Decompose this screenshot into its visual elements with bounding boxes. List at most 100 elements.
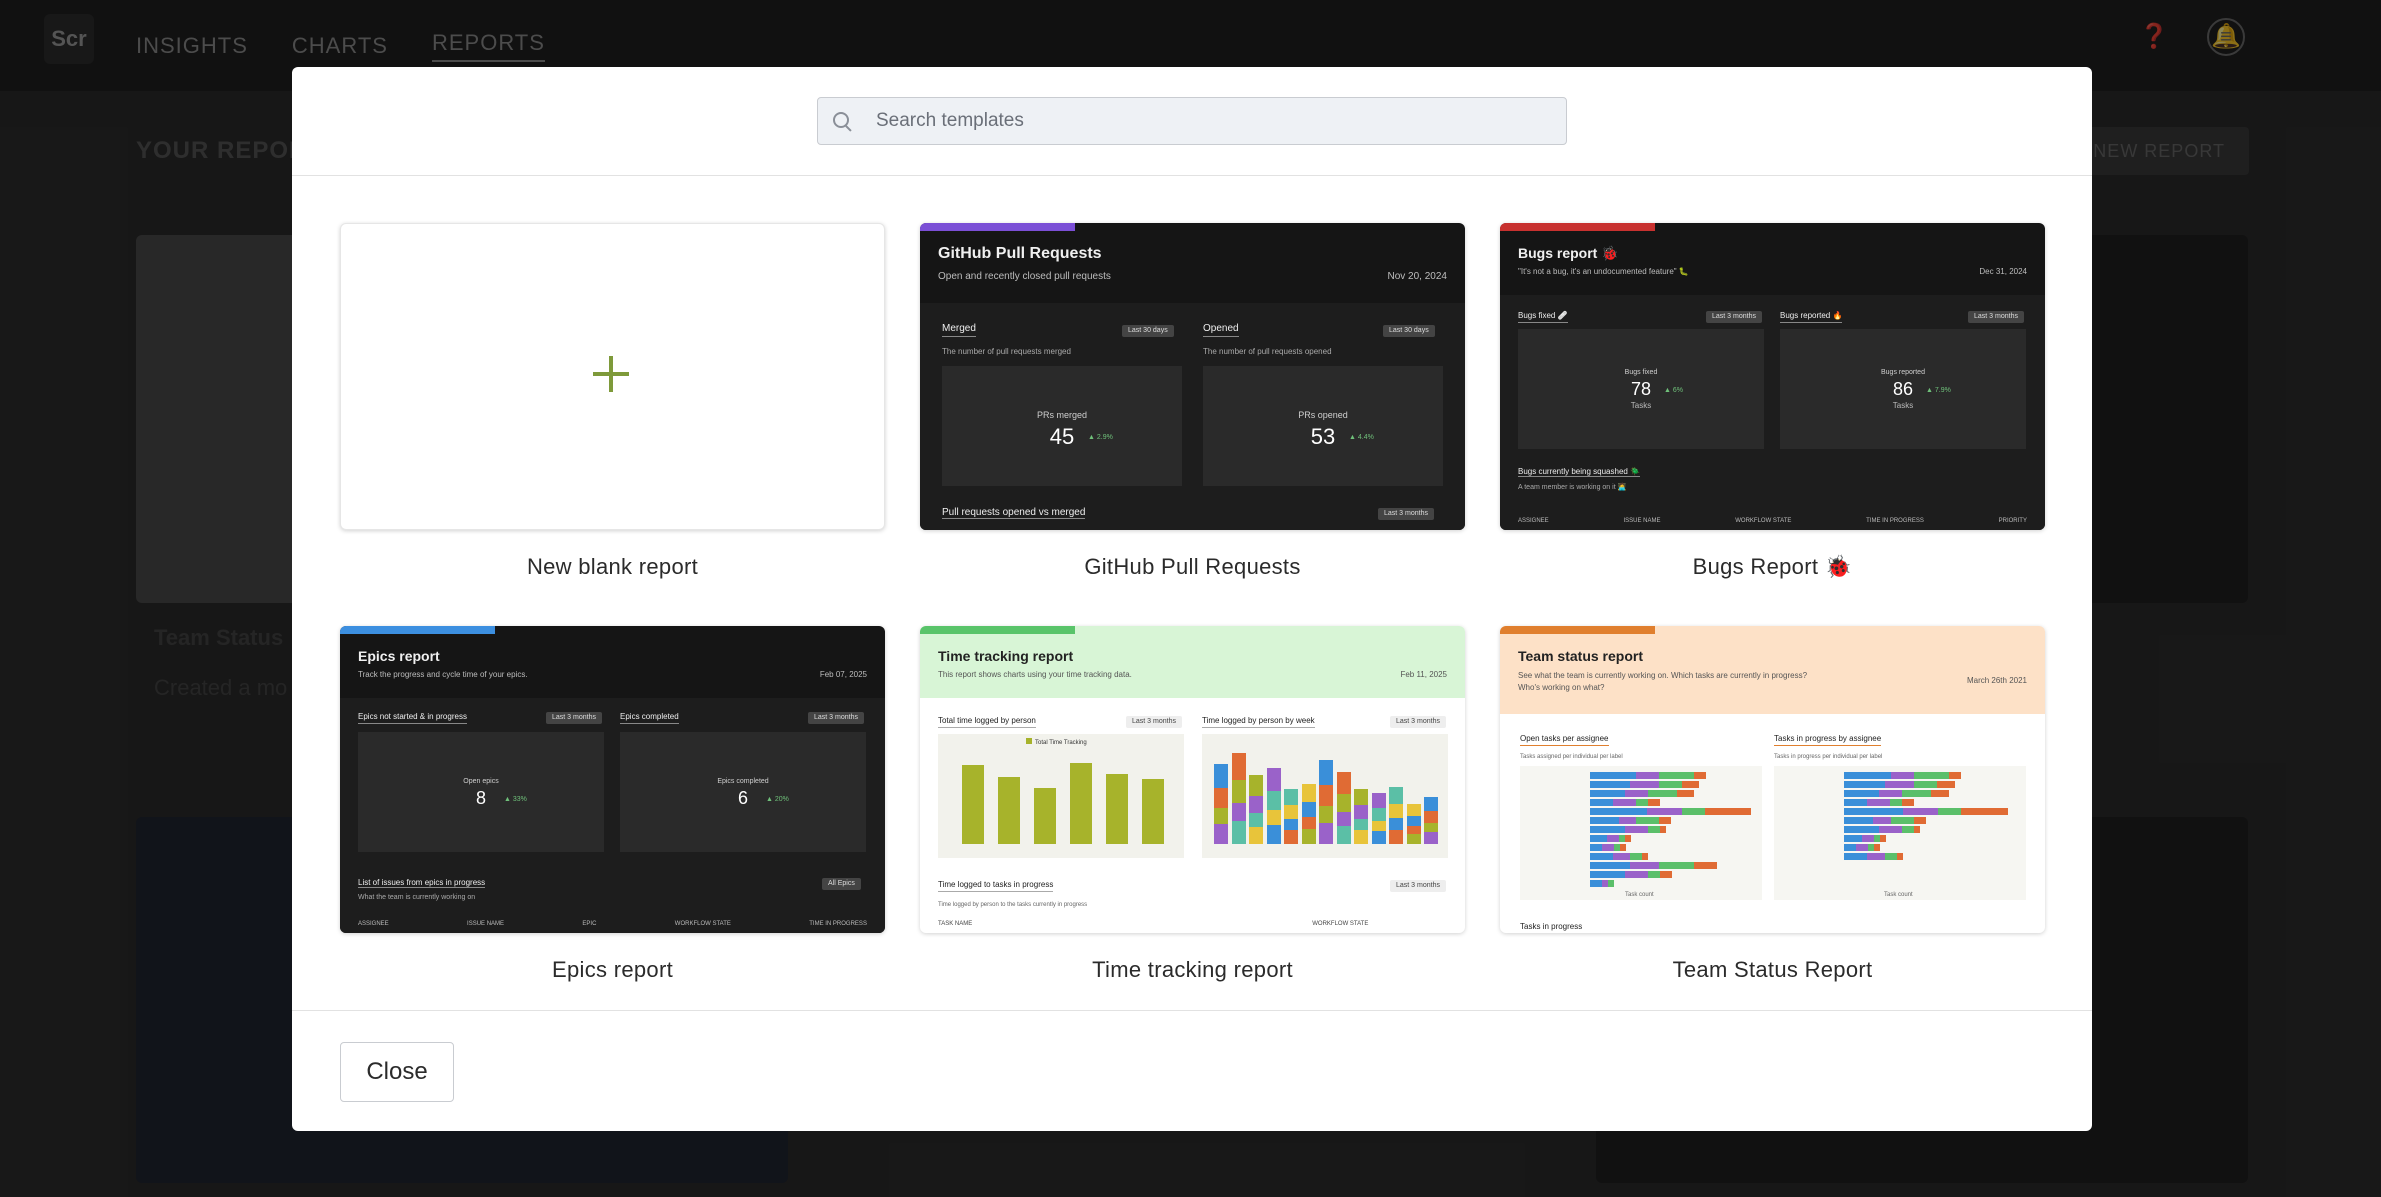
thumb-title: GitHub Pull Requests [938, 245, 1102, 262]
template-team-status-report[interactable]: Team status report See what the team is … [1500, 626, 2045, 983]
chart-bar [998, 777, 1020, 844]
chart-bar [1590, 772, 1706, 779]
search-box[interactable] [817, 97, 1567, 145]
column-header: ASSIGNEE [358, 921, 389, 927]
chart-bar [1590, 799, 1660, 806]
filter-pill: Last 3 months [1706, 311, 1762, 323]
thumb-date: March 26th 2021 [1966, 676, 2027, 685]
accent-bar [340, 626, 495, 634]
template-thumbnail[interactable] [340, 223, 885, 530]
template-thumbnail[interactable]: Team status report See what the team is … [1500, 626, 2045, 933]
panel-title: Epics not started & in progress [358, 712, 467, 724]
template-name: Epics report [552, 957, 673, 982]
panel-title: Opened [1203, 323, 1239, 337]
kpi-label: Bugs fixed [1624, 369, 1658, 376]
template-github-pull-requests[interactable]: GitHub Pull Requests Open and recently c… [920, 223, 1465, 580]
section-subtitle: Time logged by person to the tasks curre… [938, 902, 1088, 908]
modal-footer: Close [292, 1010, 2092, 1131]
thumb-subtitle: This report shows charts using your time… [938, 670, 1132, 679]
chart-stack [1284, 789, 1298, 844]
kpi-label: Bugs reported [1881, 369, 1925, 376]
accent-bar [1500, 223, 1655, 231]
template-thumbnail[interactable]: GitHub Pull Requests Open and recently c… [920, 223, 1465, 530]
template-bugs-report[interactable]: Bugs report 🐞 "It's not a bug, it's an u… [1500, 223, 2045, 580]
template-grid: New blank report GitHub Pull Requests Op… [292, 176, 2092, 1010]
kpi-value: 45 [1049, 424, 1075, 449]
kpi-caption: Tasks [1892, 401, 1914, 410]
template-new-blank[interactable]: New blank report [340, 223, 885, 580]
section-title: Pull requests opened vs merged [942, 507, 1086, 519]
template-thumbnail[interactable]: Bugs report 🐞 "It's not a bug, it's an u… [1500, 223, 2045, 530]
chart-bar [1590, 790, 1694, 797]
chart-stack [1301, 784, 1316, 844]
search-input[interactable] [876, 110, 1526, 132]
column-header: EPIC [582, 921, 597, 927]
modal-header [292, 67, 2092, 176]
chart-stack [1406, 804, 1421, 844]
chart-bar [1590, 817, 1671, 824]
chart-subtitle: Tasks in progress per individual per lab… [1774, 754, 1883, 760]
kpi-value: 86 [1892, 379, 1914, 399]
kpi-tile: PRs opened 53 ▲ 4.4% [1203, 366, 1443, 486]
chart-stack [1371, 793, 1386, 844]
thumb-date: Feb 11, 2025 [1400, 670, 1447, 679]
filter-pill: Last 3 months [1378, 508, 1434, 520]
chart-bar [962, 765, 984, 844]
close-button[interactable]: Close [340, 1042, 454, 1102]
chart-bar [1034, 788, 1056, 844]
section-subtitle: What the team is currently working on [358, 894, 476, 901]
section-title: List of issues from epics in progress [358, 878, 486, 888]
kpi-tile: Open epics 8 ▲ 33% [358, 732, 604, 852]
chart-bar [1844, 817, 1926, 824]
chart-bar [1590, 844, 1626, 851]
thumb-subtitle: See what the team is currently working o… [1518, 671, 1808, 692]
kpi-tile: Bugs reported 86 ▲ 7.9% Tasks [1780, 329, 2026, 449]
chart-subtitle: Tasks assigned per individual per label [1520, 754, 1623, 760]
template-name: Team Status Report [1672, 957, 1873, 982]
chart-bar [1590, 781, 1699, 788]
thumb-date: Dec 31, 2024 [1979, 267, 2027, 276]
section-title: Time logged to tasks in progress [938, 880, 1054, 892]
accent-bar [1500, 626, 1655, 634]
kpi-label: PRs opened [1298, 410, 1348, 420]
template-thumbnail[interactable]: Time tracking report This report shows c… [920, 626, 1465, 933]
column-header: ASSIGNEE [1518, 518, 1549, 524]
template-picker-modal: New blank report GitHub Pull Requests Op… [292, 67, 2092, 1131]
thumb-title: Time tracking report [938, 648, 1074, 664]
column-header: TASK NAME [938, 921, 973, 927]
table-header: ASSIGNEE ISSUE NAME WORKFLOW STATE TIME … [1518, 518, 2027, 524]
panel-title: Bugs reported 🔥 [1780, 311, 1843, 323]
kpi-label: Open epics [463, 778, 499, 785]
template-time-tracking-report[interactable]: Time tracking report This report shows c… [920, 626, 1465, 983]
chart-bar [1590, 862, 1717, 869]
thumb-panels: Merged Last 30 days The number of pull r… [920, 303, 1465, 530]
thumb-title: Team status report [1518, 648, 1643, 664]
chart-stack [1249, 775, 1263, 844]
section-title: Tasks in progress [1520, 922, 1582, 933]
chart-bar [1844, 826, 1920, 833]
accent-bar [920, 223, 1075, 231]
kpi-value: 78 [1630, 379, 1652, 399]
filter-pill: All Epics [822, 878, 861, 890]
axis-label: Task count [1884, 892, 1913, 898]
chart-bar [1844, 808, 2008, 815]
template-thumbnail[interactable]: Epics report Track the progress and cycl… [340, 626, 885, 933]
axis-label: Task count [1625, 892, 1654, 898]
filter-pill: Last 3 months [808, 712, 864, 724]
search-icon [832, 111, 852, 131]
template-name: New blank report [526, 554, 699, 579]
kpi-caption: Tasks [1630, 401, 1652, 410]
bar-chart: Total Time Tracking [938, 734, 1184, 858]
thumb-date: Nov 20, 2024 [1387, 271, 1448, 282]
thumb-date: Feb 07, 2025 [819, 670, 867, 679]
chart-stack [1389, 787, 1403, 844]
chart-bar [1844, 844, 1880, 851]
chart-title: Time logged by person by week [1202, 716, 1315, 728]
kpi-label: PRs merged [1036, 410, 1088, 420]
chart-bar [1590, 871, 1672, 878]
template-epics-report[interactable]: Epics report Track the progress and cycl… [340, 626, 885, 983]
column-header: WORKFLOW STATE [1312, 921, 1369, 927]
chart-stack [1424, 797, 1438, 844]
chart-title: Total time logged by person [938, 716, 1036, 728]
panel-title: Epics completed [620, 712, 679, 724]
